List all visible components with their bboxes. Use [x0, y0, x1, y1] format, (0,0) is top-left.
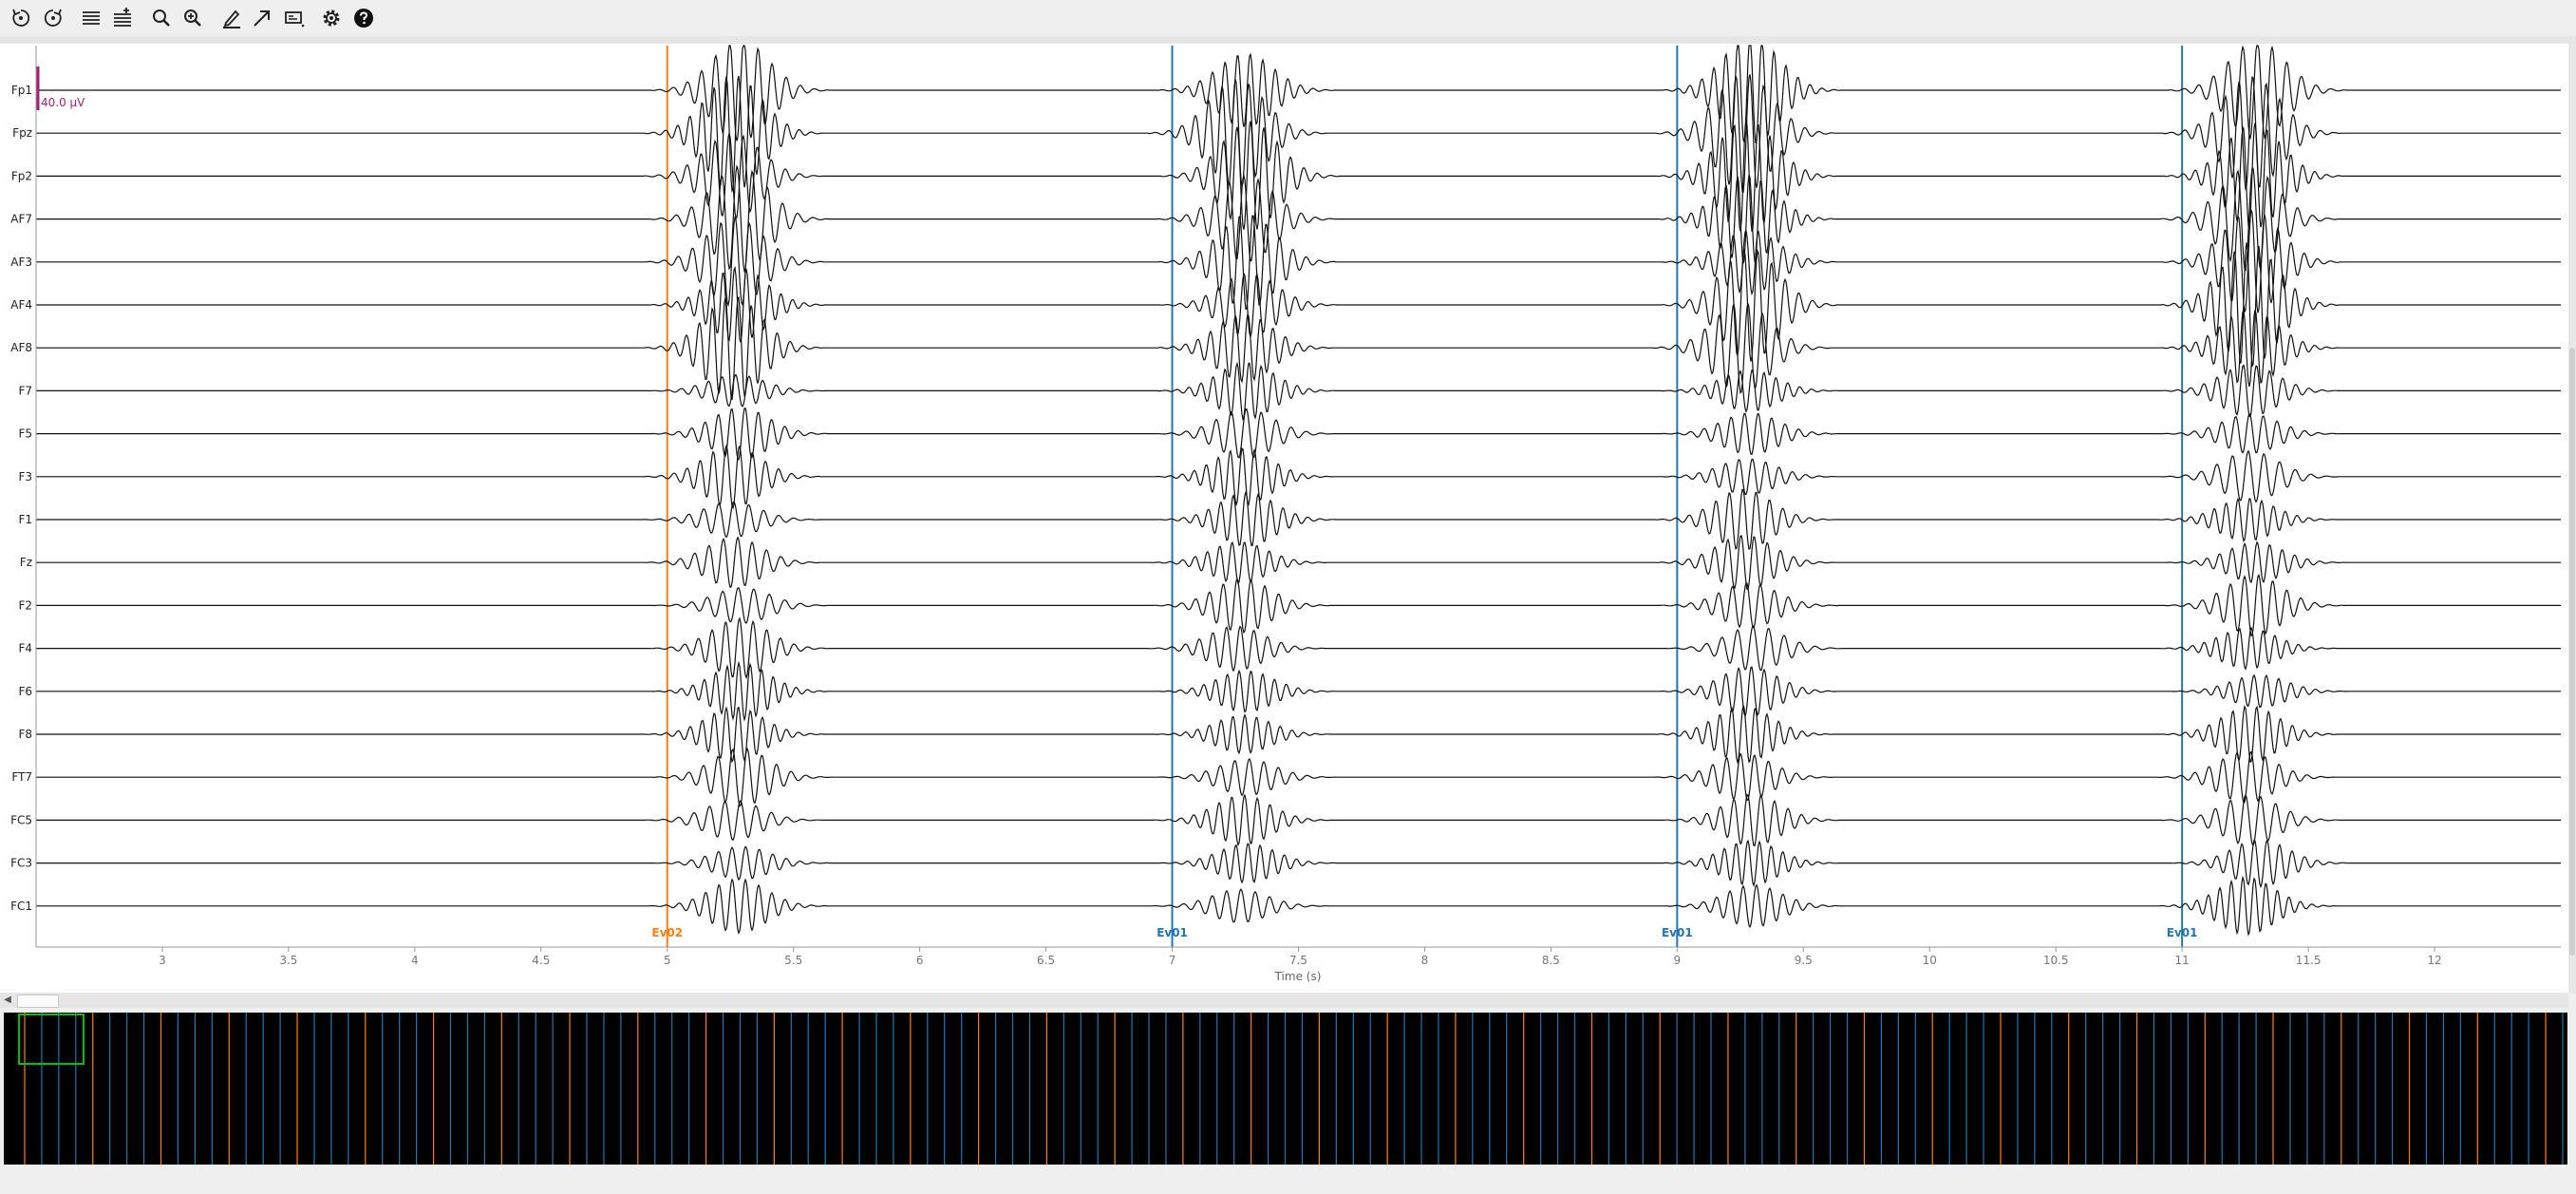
eeg-plot-area[interactable]: Ev02 Ev01 Ev01 Ev01 Fp1 Fpz Fp2 AF7 AF3 AF4 AF8 F7…: [0, 44, 2568, 994]
x-tick-label: 9: [1674, 954, 1682, 967]
horizontal-scrollbar-thumb[interactable]: [17, 995, 59, 1008]
gear-icon: [323, 9, 340, 27]
zoom-in-button[interactable]: [179, 5, 207, 31]
channel-label[interactable]: F3: [18, 470, 32, 483]
pencil-icon: [223, 9, 240, 28]
settings-button[interactable]: [317, 5, 346, 31]
x-axis-label: Time (s): [1274, 970, 1322, 983]
projectors-button[interactable]: [248, 5, 276, 31]
redo-rotate-button[interactable]: [39, 5, 67, 31]
help-button[interactable]: [349, 5, 378, 31]
x-tick-label: 7.5: [1289, 954, 1307, 967]
x-tick-label: 4.5: [532, 954, 550, 967]
channel-label[interactable]: Fz: [20, 556, 32, 569]
toolbar: [0, 0, 2576, 36]
arrow-icon: [254, 10, 270, 27]
rotate-right-icon: [44, 9, 62, 27]
channel-label[interactable]: F8: [18, 728, 32, 741]
channel-label[interactable]: F7: [18, 384, 32, 397]
undo-rotate-button[interactable]: [7, 5, 35, 31]
zoom-in-icon: [184, 9, 201, 27]
scale-bar-label: 40.0 µV: [41, 96, 85, 109]
x-tick-label: 9.5: [1795, 954, 1813, 967]
x-tick-label: 10.5: [2043, 954, 2069, 967]
lines-icon: [83, 11, 100, 25]
overview-bar[interactable]: [4, 1013, 2567, 1165]
help-icon: [354, 9, 373, 28]
zoom-out-button[interactable]: [147, 5, 176, 31]
x-tick-label: 11.5: [2296, 954, 2322, 967]
x-tick-label: 10: [1923, 954, 1937, 967]
zoom-out-icon: [153, 9, 170, 27]
channel-label[interactable]: FC5: [10, 813, 32, 826]
annotate-button[interactable]: [217, 5, 246, 31]
channel-label[interactable]: AF3: [10, 256, 32, 269]
channel-label[interactable]: AF7: [10, 213, 32, 226]
event-label: Ev01: [1662, 926, 1693, 939]
rotate-left-icon: [12, 9, 30, 27]
channel-label[interactable]: F4: [18, 642, 32, 655]
x-tick-label: 5.5: [784, 954, 802, 967]
channel-label[interactable]: Fp1: [11, 84, 32, 97]
toolbar-separator: [0, 36, 2576, 44]
fewer-channels-button[interactable]: [77, 5, 105, 31]
lines-plus-icon: [114, 8, 131, 27]
event-label: Ev01: [2167, 926, 2198, 939]
overview-viewport[interactable]: [18, 1014, 85, 1065]
channel-label[interactable]: F2: [18, 598, 32, 612]
x-tick-label: 3: [159, 954, 166, 967]
horizontal-scrollbar[interactable]: ◀: [0, 993, 2568, 1008]
x-tick-label: 5: [664, 954, 671, 967]
scroll-left-arrow-icon[interactable]: ◀: [2, 995, 13, 1006]
x-tick-label: 6.5: [1037, 954, 1055, 967]
channel-label[interactable]: F1: [18, 513, 32, 526]
x-tick-label: 4: [411, 954, 419, 967]
channel-label[interactable]: AF8: [10, 341, 32, 354]
x-tick-label: 7: [1169, 954, 1176, 967]
channel-label[interactable]: F5: [18, 427, 32, 441]
x-tick-label: 12: [2427, 954, 2441, 967]
event-label: Ev02: [651, 926, 683, 939]
channel-label[interactable]: FT7: [11, 770, 32, 784]
status-bar: [0, 1165, 2576, 1194]
x-tick-label: 3.5: [279, 954, 297, 967]
display-button[interactable]: [280, 5, 309, 31]
x-tick-label: 8.5: [1542, 954, 1560, 967]
channel-label[interactable]: FC3: [10, 857, 32, 870]
vertical-scrollbar-thumb[interactable]: [2569, 348, 2575, 956]
channel-label[interactable]: Fpz: [12, 126, 32, 140]
channel-label[interactable]: F6: [18, 685, 32, 698]
vertical-scrollbar[interactable]: [2568, 44, 2576, 994]
event-label: Ev01: [1156, 926, 1188, 939]
x-tick-label: 8: [1421, 954, 1429, 967]
channel-label[interactable]: AF4: [10, 298, 32, 312]
more-channels-button[interactable]: [108, 5, 137, 31]
x-tick-label: 11: [2175, 954, 2190, 967]
x-tick-label: 6: [916, 954, 924, 967]
channel-label[interactable]: Fp2: [11, 169, 32, 182]
channel-label[interactable]: FC1: [10, 900, 32, 913]
display-icon: [285, 11, 305, 28]
